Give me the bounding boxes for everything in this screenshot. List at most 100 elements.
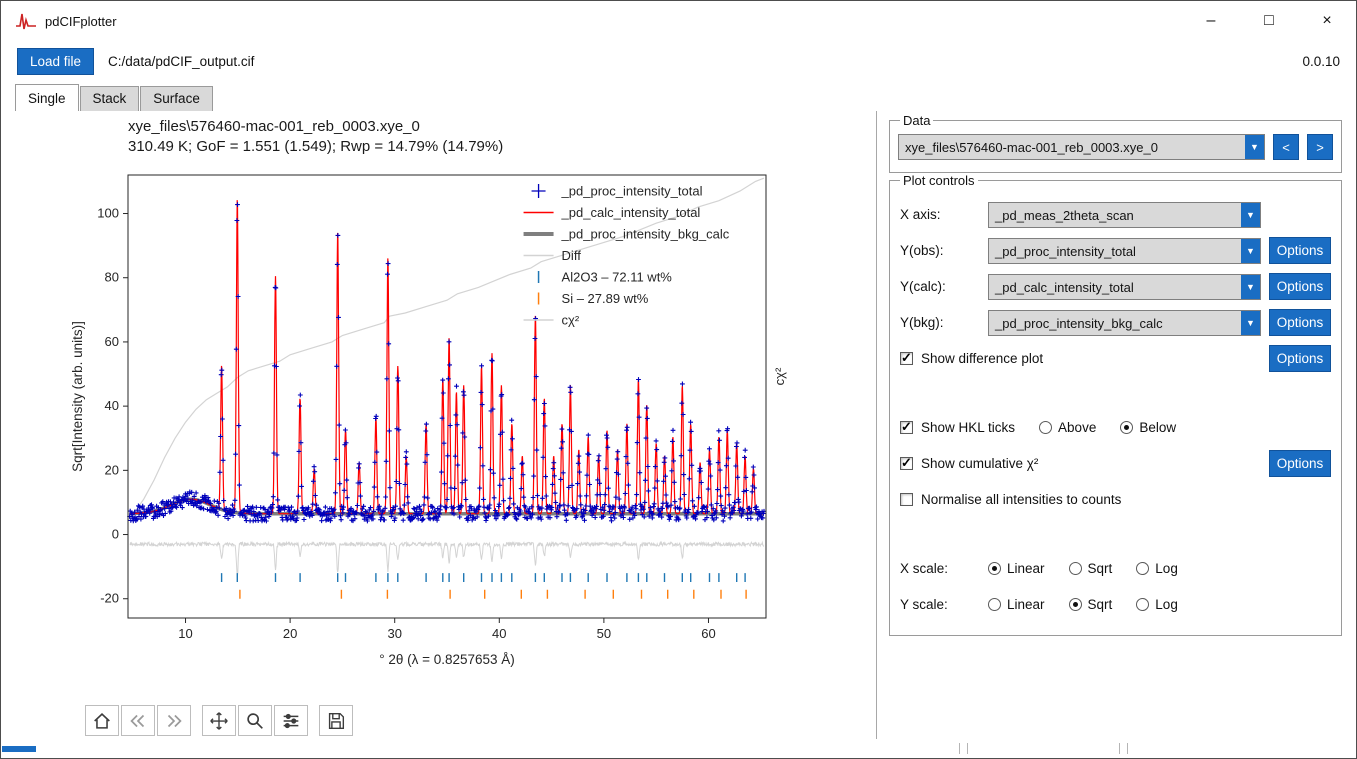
tab-stack[interactable]: Stack [79, 86, 140, 111]
close-button[interactable]: × [1298, 1, 1356, 41]
hkl-ticks-al2o3 [220, 573, 746, 582]
hkl-above-label: Above [1058, 420, 1097, 435]
back-icon[interactable] [121, 705, 155, 736]
legend-label: Al2O3 – 72.11 wt% [562, 270, 673, 285]
calc-series [129, 200, 765, 515]
chevron-down-icon[interactable]: ▼ [1241, 274, 1260, 299]
load-file-button[interactable]: Load file [17, 47, 95, 75]
sash-handle-left[interactable] [2, 746, 36, 752]
data-group-label: Data [903, 113, 931, 128]
y-obs-combobox-value: _pd_proc_intensity_total [995, 243, 1136, 259]
y-calc-combobox[interactable]: _pd_calc_intensity_total ▼ [988, 273, 1261, 300]
matplotlib-toolbar [85, 705, 876, 736]
tab-surface[interactable]: Surface [140, 86, 213, 111]
legend-label: Diff [562, 248, 582, 263]
y-bkg-options-button[interactable]: Options [1269, 309, 1331, 336]
y-tick-label: 60 [105, 334, 119, 349]
right-axis-title: cχ² [772, 367, 787, 385]
y-obs-label: Y(obs): [900, 243, 944, 258]
window-controls: – □ × [1182, 1, 1356, 41]
tab-single[interactable]: Single [15, 84, 79, 111]
x-tick-label: 20 [283, 626, 297, 641]
y-scale-log-radio[interactable] [1136, 598, 1150, 611]
difference-options-button[interactable]: Options [1269, 345, 1331, 372]
x-scale-linear-radio[interactable] [988, 562, 1001, 575]
x-axis-combobox-value: _pd_meas_2theta_scan [995, 207, 1134, 223]
y-scale-sqrt-radio[interactable] [1068, 598, 1082, 611]
legend-label: Si – 27.89 wt% [562, 291, 649, 306]
zoom-icon[interactable] [238, 705, 272, 736]
y-axis-title: Sqrt[Intensity (arb. units)] [70, 321, 85, 472]
y-scale-linear-label: Linear [1007, 597, 1045, 612]
app-icon [16, 13, 36, 30]
plot-canvas[interactable]: 10 20 30 40 50 60 -20 0 20 40 60 80 100 ° 2θ (λ = 0.8… [66, 163, 796, 703]
chevron-down-icon[interactable]: ▼ [1241, 238, 1260, 263]
y-bkg-combobox[interactable]: _pd_proc_intensity_bkg_calc ▼ [988, 309, 1261, 336]
normalise-label: Normalise all intensities to counts [921, 492, 1122, 507]
legend-marker [531, 184, 546, 198]
show-hkl-checkbox[interactable] [900, 419, 913, 435]
chevron-down-icon[interactable]: ▼ [1241, 202, 1260, 227]
y-bkg-combobox-value: _pd_proc_intensity_bkg_calc [995, 315, 1163, 331]
show-cumchi-row: Show cumulative χ² Options [900, 450, 1331, 477]
y-scale-label: Y scale: [900, 597, 948, 612]
y-tick-label: -20 [100, 591, 119, 606]
tab-bar: Single Stack Surface [1, 81, 1356, 111]
y-tick-label: 0 [112, 527, 119, 542]
main-area: xye_files\576460-mac-001_reb_0003.xye_0 … [1, 111, 1356, 741]
minimize-button[interactable]: – [1182, 1, 1240, 41]
hkl-above-radio[interactable] [1039, 421, 1053, 434]
y-calc-options-button[interactable]: Options [1269, 273, 1331, 300]
chevron-down-icon[interactable]: ▼ [1241, 310, 1260, 335]
show-difference-checkbox[interactable] [900, 350, 913, 366]
maximize-button[interactable]: □ [1240, 1, 1298, 41]
data-file-combobox-value: xye_files\576460-mac-001_reb_0003.xye_0 [905, 140, 1158, 155]
normalise-row: Normalise all intensities to counts [900, 486, 1331, 513]
y-obs-options-button[interactable]: Options [1269, 237, 1331, 264]
data-group: Data xye_files\576460-mac-001_reb_0003.x… [889, 113, 1342, 173]
cumchi-options-button[interactable]: Options [1269, 450, 1331, 477]
y-calc-label: Y(calc): [900, 279, 946, 294]
hkl-below-radio[interactable] [1120, 421, 1134, 434]
pan-icon[interactable] [202, 705, 236, 736]
x-scale-sqrt-radio[interactable] [1068, 562, 1082, 575]
y-scale-log-label: Log [1155, 597, 1178, 612]
legend-label: cχ² [562, 313, 580, 328]
save-icon[interactable] [319, 705, 353, 736]
y-scale-linear-radio[interactable] [988, 598, 1001, 611]
figure: xye_files\576460-mac-001_reb_0003.xye_0 … [1, 111, 876, 703]
y-bkg-row: Y(bkg): _pd_proc_intensity_bkg_calc ▼ Op… [900, 309, 1331, 336]
chevron-down-icon[interactable]: ▼ [1245, 135, 1264, 159]
previous-dataset-button[interactable]: < [1273, 134, 1299, 160]
legend-label: _pd_proc_intensity_total [561, 184, 703, 199]
home-icon[interactable] [85, 705, 119, 736]
x-axis-combobox[interactable]: _pd_meas_2theta_scan ▼ [988, 201, 1261, 228]
version-label: 0.0.10 [1302, 53, 1340, 69]
x-scale-sqrt-label: Sqrt [1087, 561, 1113, 576]
y-tick-label: 40 [105, 398, 119, 413]
next-dataset-button[interactable]: > [1307, 134, 1333, 160]
legend-label: _pd_proc_intensity_bkg_calc [561, 227, 730, 242]
x-scale-label: X scale: [900, 561, 949, 576]
x-scale-log-radio[interactable] [1136, 562, 1150, 575]
window-title: pdCIFplotter [45, 13, 117, 29]
x-tick-label: 60 [701, 626, 715, 641]
show-cumchi-checkbox[interactable] [900, 455, 913, 471]
plot-title-line1: xye_files\576460-mac-001_reb_0003.xye_0 [128, 118, 420, 135]
y-tick-label: 80 [105, 270, 119, 285]
forward-icon[interactable] [157, 705, 191, 736]
app-window: pdCIFplotter – □ × Load file C:/data/pdC… [0, 0, 1357, 759]
y-obs-combobox[interactable]: _pd_proc_intensity_total ▼ [988, 237, 1261, 264]
sash-grip-2[interactable] [1119, 743, 1128, 754]
show-hkl-label: Show HKL ticks [921, 420, 1016, 435]
configure-subplots-icon[interactable] [274, 705, 308, 736]
normalise-checkbox[interactable] [900, 493, 913, 506]
x-scale-row: X scale: Linear Sqrt Log [900, 555, 1331, 582]
diff-series [129, 540, 765, 578]
title-bar: pdCIFplotter – □ × [1, 1, 1356, 41]
sash-grip-1[interactable] [959, 743, 968, 754]
y-tick-label: 20 [105, 462, 119, 477]
show-cumchi-label: Show cumulative χ² [921, 456, 1039, 471]
data-file-combobox[interactable]: xye_files\576460-mac-001_reb_0003.xye_0 … [898, 134, 1265, 160]
plot-title-line2: 310.49 K; GoF = 1.551 (1.549); Rwp = 14.… [128, 138, 504, 155]
